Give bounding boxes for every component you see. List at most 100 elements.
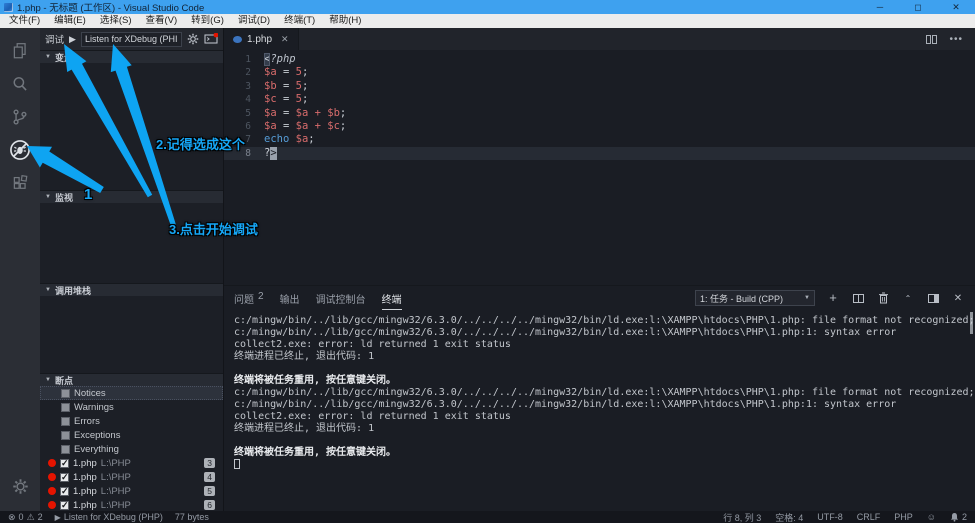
close-panel-icon[interactable]: ✕ [951,291,965,305]
close-button[interactable]: ✕ [937,0,975,14]
problems-status[interactable]: ⊗ 0 ⚠ 2 [8,512,43,523]
minimize-button[interactable]: ─ [861,0,899,14]
terminal-line: 终端将被任务重用, 按任意键关闭。 [234,375,975,387]
panel-tab-bar: 问题2 输出调试控制台终端 1: 任务 - Build (CPP) ▼ + [224,286,975,310]
panel-tab-3[interactable]: 终端 [382,287,402,310]
line-number[interactable]: 6 [224,120,264,133]
breakpoint-filter-warnings[interactable]: Warnings [40,400,223,414]
breakpoint-dot-icon [48,501,56,509]
code-line-8[interactable]: 8?> [224,147,975,160]
notifications-bell-icon[interactable]: 2 [950,512,967,522]
code-line-4[interactable]: 4$c = 5; [224,93,975,106]
toggle-panel-icon[interactable] [926,291,940,305]
breakpoint-path: L:\PHP [101,472,131,483]
panel-scrollbar[interactable] [970,312,973,334]
call-stack-section-header[interactable]: ▼ 调用堆栈 [40,283,223,296]
maximize-button[interactable]: ◻ [899,0,937,14]
new-terminal-icon[interactable]: + [826,291,840,305]
breakpoint-item[interactable]: 1.phpL:\PHP4 [40,470,223,484]
menu-item-3[interactable]: 查看(V) [138,14,184,28]
source-control-icon[interactable] [0,102,40,132]
checkbox[interactable] [61,445,70,454]
menu-item-4[interactable]: 转到(G) [184,14,231,28]
code-line-1[interactable]: 1<?php [224,53,975,66]
breakpoints-section-header[interactable]: ▼ 断点 [40,373,223,386]
breakpoint-item[interactable]: 1.phpL:\PHP5 [40,484,223,498]
debug-config-dropdown[interactable]: Listen for XDebug (PHI ▼ [81,32,182,47]
status-item-2[interactable]: UTF-8 [817,512,843,522]
split-editor-icon[interactable] [926,35,937,44]
search-icon[interactable] [0,69,40,99]
terminal-line [234,363,975,375]
breakpoint-item[interactable]: 1.phpL:\PHP6 [40,498,223,511]
files-icon[interactable] [0,36,40,66]
code-line-3[interactable]: 3$b = 5; [224,80,975,93]
code-line-6[interactable]: 6$a = $a + $c; [224,120,975,133]
menu-item-2[interactable]: 选择(S) [93,14,139,28]
breakpoint-filter-exceptions[interactable]: Exceptions [40,428,223,442]
panel-tab-1[interactable]: 输出 [280,287,300,309]
line-number[interactable]: 4 [224,93,264,106]
maximize-panel-chevron-icon[interactable]: ⌃ [901,291,915,305]
menu-item-7[interactable]: 帮助(H) [322,14,368,28]
menu-item-6[interactable]: 终端(T) [277,14,322,28]
editor-area: 1.php ✕ ••• 1<?php2$a = 5;3$b = 5;4$c = … [224,28,975,511]
debug-console-icon[interactable] [204,33,218,45]
settings-gear-icon[interactable] [0,471,40,501]
debug-settings-gear-icon[interactable] [187,33,199,45]
kill-terminal-trash-icon[interactable] [876,291,890,305]
watch-section-header[interactable]: ▼ 监视 [40,190,223,203]
line-number[interactable]: 3 [224,80,264,93]
checkbox-checked[interactable] [60,501,69,510]
status-item-1[interactable]: 空格: 4 [775,511,803,523]
menu-bar: 文件(F)编辑(E)选择(S)查看(V)转到(G)调试(D)终端(T)帮助(H) [0,14,975,28]
terminal-line [234,435,975,447]
feedback-smiley-icon[interactable]: ☺ [927,512,936,522]
breakpoint-filter-errors[interactable]: Errors [40,414,223,428]
editor-tab-bar: 1.php ✕ ••• [224,28,975,50]
line-number[interactable]: 5 [224,107,264,120]
menu-item-1[interactable]: 编辑(E) [47,14,93,28]
menu-item-0[interactable]: 文件(F) [2,14,47,28]
breakpoint-filter-notices[interactable]: Notices [40,386,223,400]
start-debugging-button[interactable]: ▶ [69,34,76,45]
split-terminal-icon[interactable] [851,291,865,305]
code-line-2[interactable]: 2$a = 5; [224,66,975,79]
checkbox[interactable] [61,417,70,426]
line-number[interactable]: 7 [224,133,264,146]
breakpoint-dot-icon [48,487,56,495]
php-file-icon [233,36,242,43]
activity-bar [0,28,40,511]
tab-close-icon[interactable]: ✕ [281,34,289,45]
code-line-7[interactable]: 7echo $a; [224,133,975,146]
line-number[interactable]: 8 [224,147,264,160]
checkbox[interactable] [61,389,70,398]
breakpoint-filter-everything[interactable]: Everything [40,442,223,456]
checkbox-checked[interactable] [60,487,69,496]
status-item-0[interactable]: 行 8, 列 3 [723,511,761,523]
code-line-5[interactable]: 5$a = $a + $b; [224,107,975,120]
menu-item-5[interactable]: 调试(D) [231,14,277,28]
variables-section-header[interactable]: ▼ 变量 [40,50,223,63]
terminal-output[interactable]: c:/mingw/bin/../lib/gcc/mingw32/6.3.0/..… [224,310,975,511]
status-item-4[interactable]: PHP [894,512,913,522]
debug-status[interactable]: ▶ Listen for XDebug (PHP) [55,512,163,522]
panel-tab-0[interactable]: 问题2 [234,287,264,309]
tab-1php[interactable]: 1.php ✕ [224,28,299,50]
checkbox[interactable] [61,431,70,440]
line-number[interactable]: 1 [224,53,264,66]
checkbox-checked[interactable] [60,473,69,482]
warning-icon: ⚠ [27,512,35,523]
terminal-task-dropdown[interactable]: 1: 任务 - Build (CPP) ▼ [695,290,815,306]
debug-icon[interactable] [0,135,40,165]
status-item-3[interactable]: CRLF [857,512,881,522]
checkbox-checked[interactable] [60,459,69,468]
breakpoint-item[interactable]: 1.phpL:\PHP3 [40,456,223,470]
extensions-icon[interactable] [0,168,40,198]
line-number[interactable]: 2 [224,66,264,79]
more-actions-icon[interactable]: ••• [949,34,963,45]
panel-tab-2[interactable]: 调试控制台 [316,287,366,309]
debug-view-title: 调试 [45,32,64,46]
checkbox[interactable] [61,403,70,412]
code-editor[interactable]: 1<?php2$a = 5;3$b = 5;4$c = 5;5$a = $a +… [224,50,975,285]
